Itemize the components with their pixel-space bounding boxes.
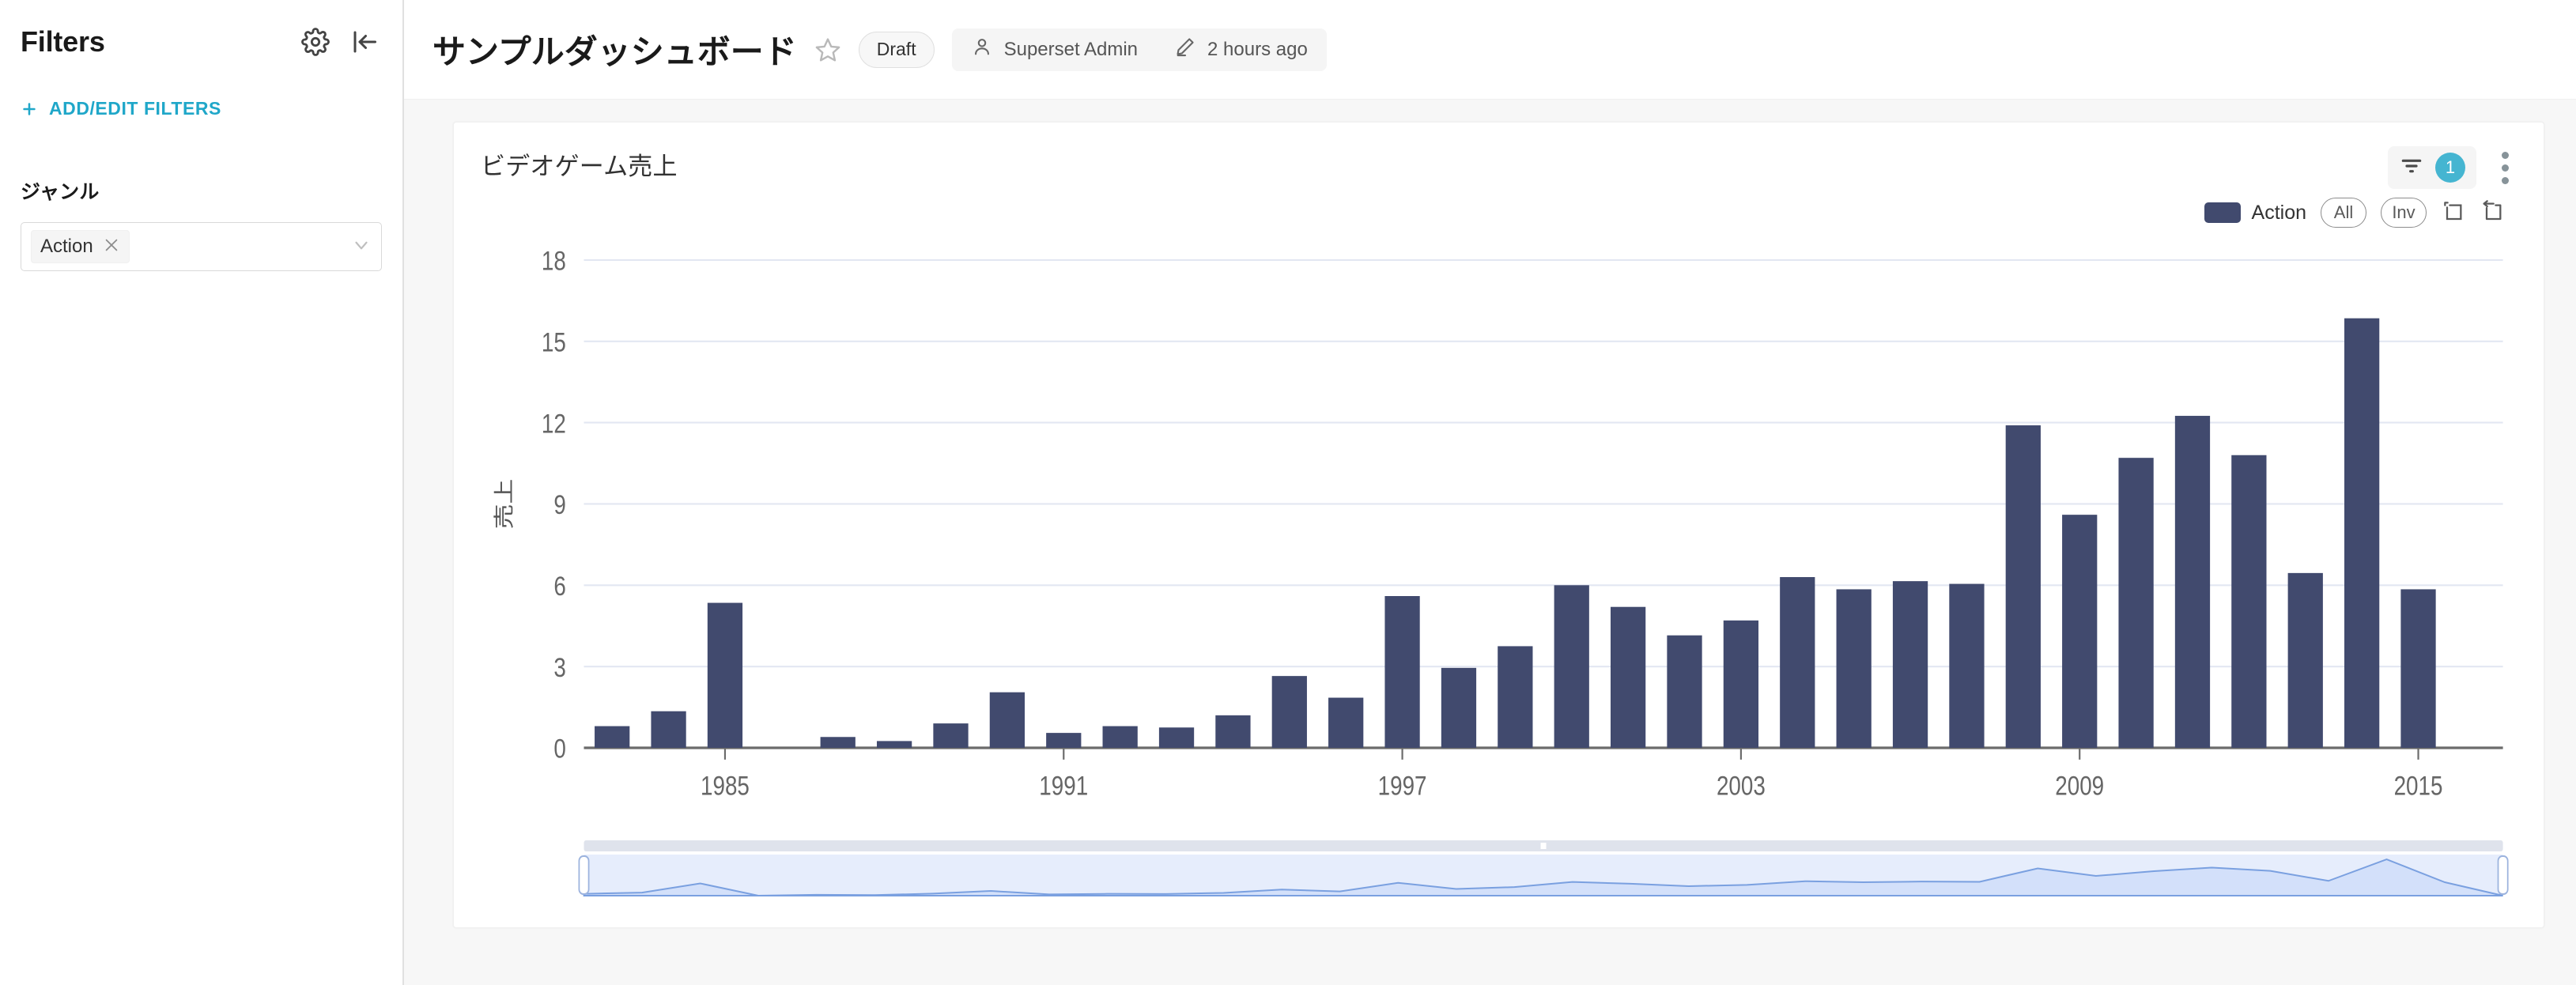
page-title: サンプルダッシュボード [432, 33, 797, 70]
bar[interactable] [933, 723, 969, 748]
legend-label-action[interactable]: Action [2252, 202, 2306, 225]
kebab-menu-icon[interactable] [2494, 147, 2517, 189]
bar[interactable] [1046, 733, 1082, 748]
bar[interactable] [1610, 606, 1646, 748]
legend-select-all-button[interactable]: All [2321, 198, 2366, 228]
bar[interactable] [1441, 667, 1477, 748]
bar[interactable] [1780, 577, 1815, 748]
filters-header: Filters [21, 21, 382, 63]
zoom-drag-handle-grip [1540, 843, 1547, 849]
x-axis-tick-label: 1991 [1039, 771, 1088, 801]
star-outline-icon[interactable] [814, 36, 841, 63]
chart-header: ビデオゲーム売上 1 [481, 146, 2517, 191]
bar[interactable] [1554, 585, 1589, 748]
gear-icon[interactable] [301, 28, 330, 56]
chart-data-zoom-slider[interactable] [481, 840, 2517, 902]
bar[interactable] [2400, 589, 2436, 748]
collapse-left-icon[interactable] [350, 28, 379, 56]
add-edit-filters-button[interactable]: ADD/EDIT FILTERS [21, 98, 382, 119]
legend-swatch-action[interactable] [2204, 202, 2241, 223]
bar[interactable] [595, 726, 630, 748]
bar[interactable] [2062, 515, 2098, 748]
bar[interactable] [1328, 697, 1364, 748]
chart-title: ビデオゲーム売上 [481, 153, 678, 180]
x-axis-tick-label: 2009 [2055, 771, 2104, 801]
filter-count-badge: 1 [2435, 153, 2465, 183]
bar[interactable] [1271, 676, 1307, 748]
dashboard-header: サンプルダッシュボード Draft Superset Admin 2 hours… [404, 0, 2576, 100]
genre-filter-select[interactable]: Action [21, 222, 382, 271]
bar[interactable] [1215, 715, 1251, 748]
bar[interactable] [1949, 583, 1985, 748]
y-axis-tick-label: 3 [553, 652, 565, 682]
bar-chart-plot[interactable]: 0 3 6 9 12 15 18 売上 1985 1991 1997 2003 2009 2015 [481, 235, 2517, 840]
data-zoom-svg[interactable] [481, 840, 2517, 902]
bar[interactable] [820, 737, 856, 748]
x-axis-tick-label: 1997 [1378, 771, 1427, 801]
filters-panel-title: Filters [21, 25, 105, 58]
status-badge: Draft [858, 31, 935, 68]
filter-group-genre: ジャンル Action [21, 176, 382, 271]
chart-legend: Action All Inv [481, 195, 2517, 230]
x-axis-tick-label: 2015 [2394, 771, 2443, 801]
y-axis-tick-label: 15 [542, 327, 566, 357]
bar[interactable] [707, 602, 743, 748]
bar[interactable] [989, 692, 1025, 748]
y-axis-tick-label: 12 [542, 409, 566, 439]
bar[interactable] [1384, 595, 1420, 748]
filter-tag-label: Action [40, 236, 93, 257]
bar[interactable] [1892, 581, 1928, 748]
filters-header-actions [301, 28, 382, 56]
bar[interactable] [876, 741, 912, 748]
y-axis-tick-label: 18 [542, 246, 566, 276]
owner-name: Superset Admin [1003, 38, 1139, 60]
dashboard-meta: Superset Admin 2 hours ago [951, 28, 1327, 71]
plus-icon [21, 100, 38, 118]
zoom-reset-icon[interactable] [2480, 198, 2506, 228]
y-axis-tick-label: 0 [553, 734, 565, 764]
dashboard-main: サンプルダッシュボード Draft Superset Admin 2 hours… [404, 0, 2576, 985]
x-axis-tick-label: 2003 [1717, 771, 1766, 801]
add-edit-filters-label: ADD/EDIT FILTERS [49, 98, 221, 119]
bar[interactable] [2005, 425, 2041, 748]
zoom-handle-left[interactable] [578, 855, 590, 895]
legend-invert-button[interactable]: Inv [2381, 198, 2427, 228]
close-icon[interactable] [103, 236, 120, 258]
pencil-icon [1174, 36, 1196, 63]
zoom-select-icon[interactable] [2441, 198, 2466, 228]
bar[interactable] [1723, 620, 1759, 748]
bar[interactable] [1498, 646, 1533, 748]
bar[interactable] [2287, 572, 2323, 748]
last-modified: 2 hours ago [1207, 38, 1308, 60]
y-axis-title: 売上 [493, 479, 516, 530]
bar-chart-svg[interactable]: 0 3 6 9 12 15 18 売上 1985 1991 1997 2003 2009 2015 [481, 235, 2517, 840]
bar[interactable] [2231, 455, 2267, 748]
chart-filter-indicator[interactable]: 1 [2388, 146, 2476, 189]
bar[interactable] [2174, 416, 2211, 748]
filter-icon [2399, 153, 2424, 183]
dashboard-grid: ビデオゲーム売上 1 Action All Inv 0 3 6 9 12 15 … [404, 100, 2576, 985]
dashboard-app: Filters ADD/EDIT FILTERS ジャンル Action サンプ… [0, 0, 2576, 985]
bar[interactable] [1102, 726, 1138, 748]
filters-sidebar: Filters ADD/EDIT FILTERS ジャンル Action [0, 0, 404, 985]
chart-header-actions: 1 [2388, 146, 2517, 189]
y-axis-tick-label: 6 [553, 571, 565, 601]
y-axis-tick-label: 9 [553, 490, 565, 520]
zoom-handle-right[interactable] [2497, 855, 2509, 895]
bar[interactable] [651, 711, 686, 748]
user-icon [971, 36, 993, 63]
bar[interactable] [1667, 635, 1702, 748]
bar[interactable] [1836, 589, 1872, 748]
filter-group-label: ジャンル [21, 181, 100, 203]
bar[interactable] [2344, 318, 2380, 748]
x-axis-tick-label: 1985 [701, 771, 750, 801]
chevron-down-icon[interactable] [351, 235, 372, 259]
bar[interactable] [2118, 458, 2154, 748]
chart-card-video-game-sales: ビデオゲーム売上 1 Action All Inv 0 3 6 9 12 15 … [453, 122, 2544, 928]
filter-tag-action[interactable]: Action [31, 230, 130, 263]
bar[interactable] [1158, 727, 1195, 748]
